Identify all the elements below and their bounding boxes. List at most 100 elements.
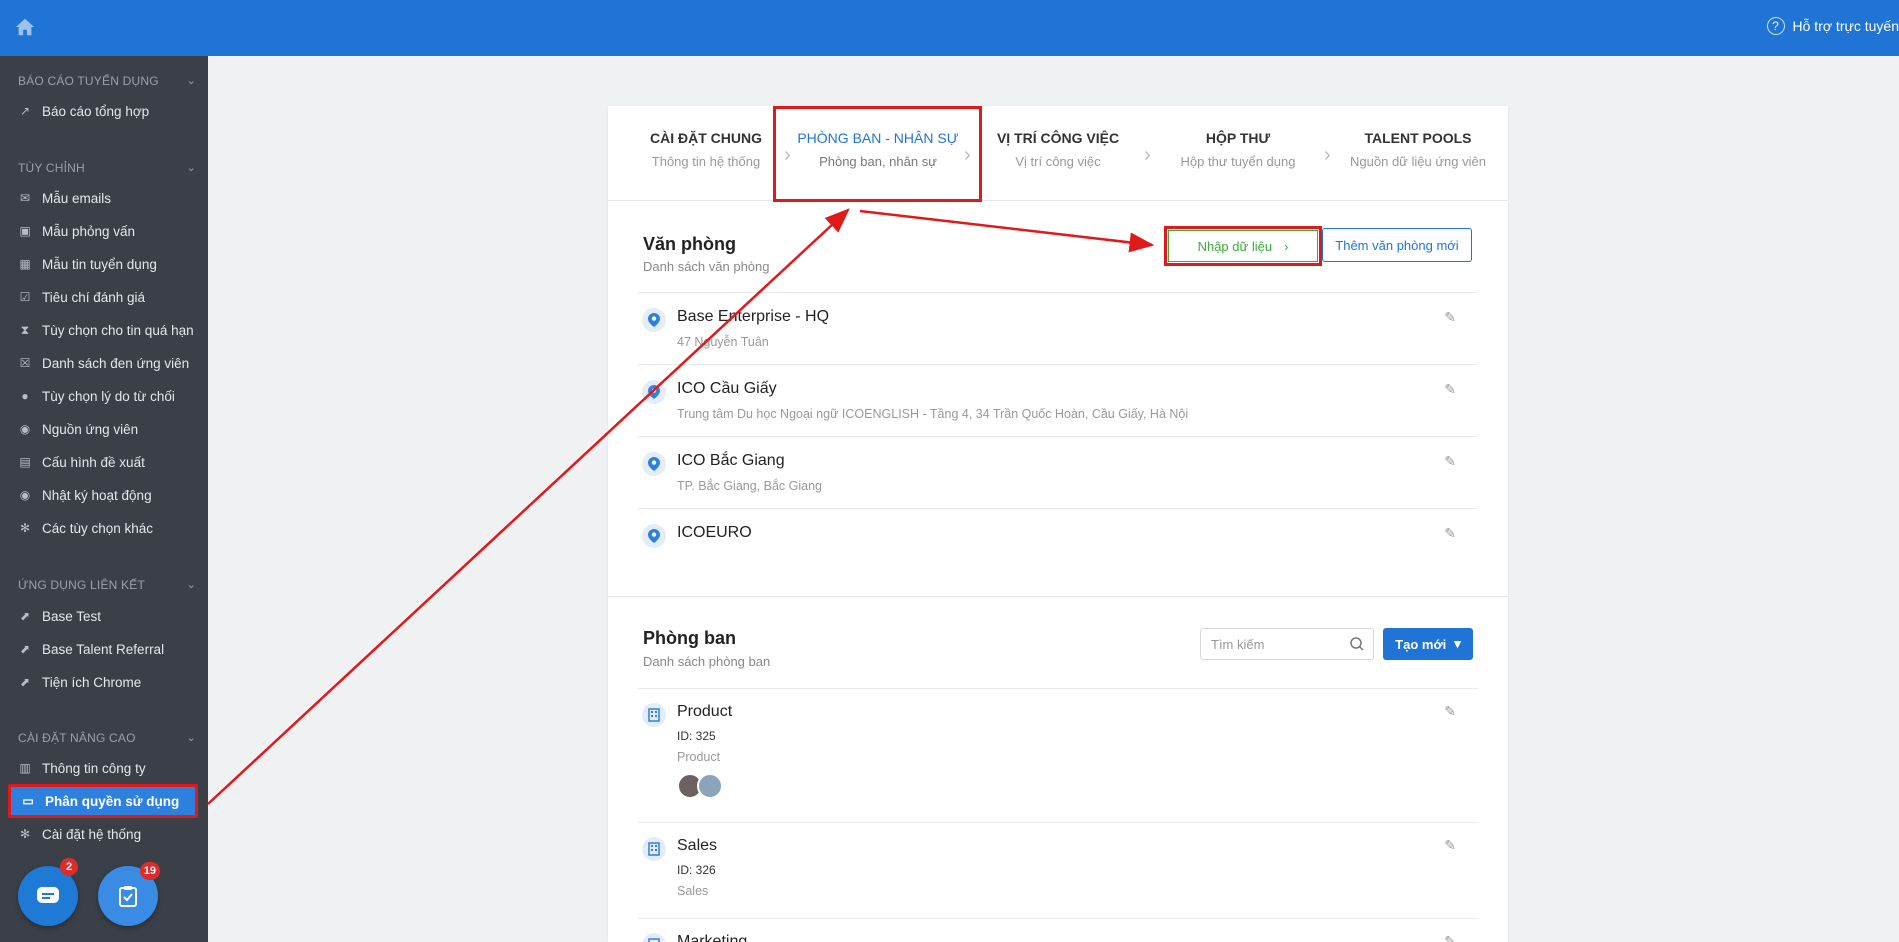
- sidebar-item-interview-templates[interactable]: ▣ Mẫu phỏng vấn: [0, 216, 208, 246]
- step-positions[interactable]: VỊ TRÍ CÔNG VIỆC Vị trí công việc: [968, 130, 1148, 169]
- top-bar: ? Hỗ trợ trực tuyến: [0, 0, 1899, 56]
- department-description: Product: [677, 750, 721, 764]
- comment-icon: ●: [21, 389, 29, 403]
- settings-card: CÀI ĐẶT CHUNG Thông tin hệ thống › PHÒNG …: [608, 106, 1508, 942]
- building-icon: [642, 703, 666, 727]
- sidebar-item-criteria[interactable]: ☑ Tiêu chí đánh giá: [0, 282, 208, 312]
- tasks-badge: 19: [139, 862, 160, 880]
- sidebar-item-system-settings[interactable]: ✻ Cài đặt hệ thống: [0, 819, 208, 849]
- office-row[interactable]: ICOEURO ✎: [638, 508, 1478, 580]
- sidebar-item-proposal-config[interactable]: ▤ Cấu hình đề xuất: [0, 447, 208, 477]
- building-icon: [642, 837, 666, 861]
- edit-icon[interactable]: ✎: [1444, 381, 1456, 398]
- chat-icon: [37, 887, 59, 903]
- create-department-button[interactable]: Tạo mới ▾: [1383, 628, 1473, 660]
- sidebar-item-blacklist[interactable]: ☒ Danh sách đen ứng viên: [0, 348, 208, 378]
- step-general[interactable]: CÀI ĐẶT CHUNG Thông tin hệ thống: [616, 130, 796, 169]
- edit-icon[interactable]: ✎: [1444, 837, 1456, 854]
- section-title-linked-apps[interactable]: ỨNG DỤNG LIÊN KẾT ⌄: [18, 578, 196, 592]
- section-divider: [608, 596, 1508, 597]
- sidebar-item-other-options[interactable]: ✻ Các tùy chọn khác: [0, 513, 208, 543]
- help-label: Hỗ trợ trực tuyến: [1792, 18, 1899, 34]
- chart-line-icon: ↗: [19, 104, 31, 118]
- envelope-icon: ✉: [19, 191, 31, 205]
- department-search-input[interactable]: Tìm kiếm: [1200, 628, 1374, 660]
- map-pin-icon: [642, 308, 666, 332]
- setup-steps: CÀI ĐẶT CHUNG Thông tin hệ thống › PHÒNG …: [608, 106, 1508, 202]
- office-name: ICOEURO: [677, 524, 752, 541]
- building-icon: [642, 933, 666, 942]
- edit-icon[interactable]: ✎: [1444, 525, 1456, 542]
- caret-down-icon: ▾: [1454, 636, 1461, 651]
- sidebar-item-email-templates[interactable]: ✉ Mẫu emails: [0, 183, 208, 213]
- step-talent-pools[interactable]: TALENT POOLS Nguồn dữ liệu ứng viên: [1328, 130, 1508, 169]
- sidebar-item-chrome-extension[interactable]: ⬈ Tiện ích Chrome: [0, 667, 208, 697]
- sidebar-item-talent-referral[interactable]: ⬈ Base Talent Referral: [0, 634, 208, 664]
- map-pin-icon: [642, 452, 666, 476]
- avatar[interactable]: [697, 773, 723, 799]
- sidebar-item-expired-options[interactable]: ⧗ Tùy chọn cho tin quá hạn: [0, 315, 208, 345]
- calendar-check-icon: ▣: [19, 224, 31, 238]
- chevron-down-icon: ⌄: [186, 75, 196, 87]
- eye-icon: ◉: [19, 422, 31, 436]
- chevron-down-icon: ⌄: [186, 732, 196, 744]
- gear-icon: ✻: [19, 827, 31, 841]
- sidebar-item-summary-report[interactable]: ↗ Báo cáo tổng hợp: [0, 96, 208, 126]
- office-name: ICO Bắc Giang: [677, 452, 785, 469]
- department-id: ID: 325: [677, 729, 716, 743]
- close-box-icon: ☒: [19, 356, 31, 370]
- add-office-button[interactable]: Thêm văn phòng mới: [1322, 228, 1472, 262]
- office-address: TP. Bắc Giang, Bắc Giang: [677, 479, 822, 493]
- map-pin-icon: [642, 524, 666, 548]
- external-link-icon: ⬈: [19, 675, 31, 689]
- search-icon: [1350, 637, 1364, 651]
- office-row[interactable]: ICO Bắc Giang TP. Bắc Giang, Bắc Giang ✎: [638, 436, 1478, 508]
- office-name: Base Enterprise - HQ: [677, 308, 830, 325]
- help-link[interactable]: ? Hỗ trợ trực tuyến: [1766, 17, 1899, 35]
- home-icon[interactable]: [14, 16, 36, 38]
- sidebar-item-reject-reasons[interactable]: ● Tùy chọn lý do từ chối: [0, 381, 208, 411]
- offices-title: Văn phòng: [643, 234, 736, 254]
- chevron-down-icon: ⌄: [186, 579, 196, 591]
- department-row[interactable]: Sales ID: 326 Sales ✎: [638, 822, 1478, 918]
- help-icon: ?: [1766, 17, 1785, 35]
- section-title-reports[interactable]: BÁO CÁO TUYỂN DỤNG ⌄: [18, 74, 196, 88]
- office-row[interactable]: Base Enterprise - HQ 47 Nguyễn Tuân ✎: [638, 292, 1478, 364]
- department-description: Sales: [677, 884, 709, 898]
- map-pin-icon: [642, 380, 666, 404]
- section-title-customize[interactable]: TÙY CHỈNH ⌄: [18, 161, 196, 175]
- department-name: Sales: [677, 837, 718, 854]
- office-address: Trung tâm Du học Ngoại ngữ ICOENGLISH - …: [677, 407, 1189, 421]
- sidebar: BÁO CÁO TUYỂN DỤNG ⌄ ↗ Báo cáo tổng hợp TÙ…: [0, 56, 208, 942]
- sidebar-item-activity-log[interactable]: ◉ Nhật ký hoạt động: [0, 480, 208, 510]
- section-title-advanced[interactable]: CÀI ĐẶT NÂNG CAO ⌄: [18, 731, 196, 745]
- edit-icon[interactable]: ✎: [1444, 309, 1456, 326]
- edit-icon[interactable]: ✎: [1444, 933, 1456, 942]
- office-name: ICO Cầu Giấy: [677, 380, 777, 397]
- import-data-button[interactable]: Nhập dữ liệu ›: [1164, 226, 1322, 266]
- eye-icon: ◉: [19, 488, 31, 502]
- edit-icon[interactable]: ✎: [1444, 703, 1456, 720]
- external-link-icon: ⬈: [19, 642, 31, 656]
- office-row[interactable]: ICO Cầu Giấy Trung tâm Du học Ngoại ngữ …: [638, 364, 1478, 436]
- edit-icon[interactable]: ✎: [1444, 453, 1456, 470]
- step-mailbox[interactable]: HỘP THƯ Hộp thư tuyển dụng: [1148, 130, 1328, 169]
- chevron-down-icon: ⌄: [186, 162, 196, 174]
- departments-subtitle: Danh sách phòng ban: [643, 654, 771, 669]
- step-highlight-box: [773, 106, 982, 202]
- sidebar-item-candidate-sources[interactable]: ◉ Nguồn ứng viên: [0, 414, 208, 444]
- department-row[interactable]: Product ID: 325 Product ✎: [638, 688, 1478, 822]
- document-icon: ▤: [19, 455, 31, 469]
- departments-title: Phòng ban: [643, 628, 736, 648]
- department-row[interactable]: Marketing ✎: [638, 918, 1478, 942]
- sidebar-item-company-info[interactable]: ▥ Thông tin công ty: [0, 753, 208, 783]
- department-name: Marketing: [677, 933, 748, 942]
- sidebar-item-permissions[interactable]: ▭ Phân quyền sử dụng: [8, 784, 198, 818]
- checkbox-icon: ☑: [19, 290, 31, 304]
- sidebar-item-job-templates[interactable]: ▦ Mẫu tin tuyển dụng: [0, 249, 208, 279]
- sidebar-item-base-test[interactable]: ⬈ Base Test: [0, 601, 208, 631]
- tasks-button[interactable]: 19: [98, 862, 160, 926]
- chat-button[interactable]: 2: [18, 858, 78, 926]
- hourglass-icon: ⧗: [20, 322, 30, 337]
- chat-badge: 2: [60, 858, 78, 876]
